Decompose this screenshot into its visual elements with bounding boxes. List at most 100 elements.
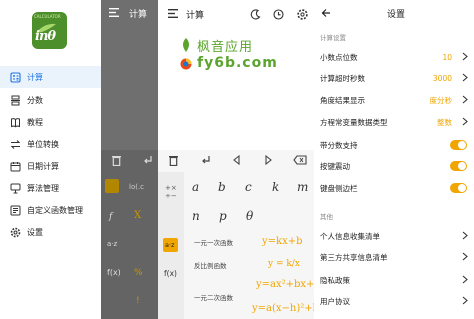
key-letter-m[interactable]: m [297,180,308,194]
sidebar-item-1[interactable]: 计算 [0,66,101,88]
watermark-url: fy6b.com [197,55,278,71]
dimmed-key-fact: ! [136,296,140,306]
sidebar-item-label: 日期计算 [27,161,59,171]
section-other-header: 其他 [320,213,333,221]
sidebar-item-8[interactable]: 设置 [0,221,101,243]
settings-icon[interactable] [297,9,308,20]
sidebar-item-label: 计算 [27,72,43,82]
dimmed-log-key: lo(.c [129,183,145,191]
trash-icon[interactable] [168,154,179,166]
dimmed-key-x: X [134,210,142,221]
calculator-title: 计算 [186,11,205,21]
template-label: 反比例函数 [194,262,227,270]
toggle-switch[interactable] [450,161,467,171]
calculator-keyboard: +× ÷− [158,150,314,319]
template-label: 一元二次函数 [194,294,233,302]
key-letter-k[interactable]: k [272,180,279,194]
settings-other-row-1[interactable]: 个人信息收集清单 [314,226,474,246]
settings-other-row-4[interactable]: 用户协议 [314,291,474,311]
sidebar-item-3[interactable]: 教程 [0,111,101,133]
moon-icon[interactable] [250,9,261,20]
template-formula[interactable]: y=kx+b [262,236,303,247]
settings-row-value: 度分秒 [429,95,453,105]
settings-row-2[interactable]: 计算超时秒数 3000 [314,68,474,88]
cursor-right-icon[interactable] [264,155,272,165]
key-letter-a[interactable]: a [192,180,199,194]
navigation-drawer: CALCULATOR inθ 计算分数 教程单位转换日期计算算法管理自定义函数管理… [0,0,102,319]
settings-row-label: 个人信息收集清单 [320,231,380,241]
app-logo: CALCULATOR inθ [32,12,67,49]
template-formula[interactable]: y = k/x [268,259,300,269]
history-icon[interactable] [273,9,284,20]
key-letter-p[interactable]: p [219,209,227,223]
algorithm-icon [10,183,21,194]
settings-row-1[interactable]: 小数点位数 10 [314,47,474,67]
menu-icon [109,8,119,17]
settings-row-7[interactable]: 键盘侧边栏 [314,178,474,198]
settings-row-label: 小数点位数 [320,52,358,62]
dimmed-key-f: f [109,212,113,222]
side-key-az-label: a·z [165,241,175,249]
cursor-left-icon[interactable] [233,155,241,165]
chevron-right-icon [462,52,468,61]
settings-row-label: 按键震动 [320,161,350,171]
dimmed-operator-key [105,179,119,193]
watermark-leaf-icon [183,38,189,52]
settings-row-label: 带分数支持 [320,140,358,150]
sidebar-item-label: 单位转换 [27,139,59,149]
fraction-icon [10,95,21,106]
enter-icon [144,156,152,164]
dimmed-title: 计算 [129,10,148,20]
key-letter-b[interactable]: b [218,180,226,194]
settings-other-row-2[interactable]: 第三方共享信息清单 [314,247,474,267]
side-key-symbols[interactable]: +× ÷− [165,184,177,200]
enter-icon[interactable] [201,155,211,165]
sidebar-item-7[interactable]: 自定义函数管理 [0,199,101,221]
sidebar-item-label: 设置 [27,227,43,237]
dimmed-calculator-overlay[interactable]: 计算 lo(.c f X a·z f(x) % ! [101,0,158,319]
side-key-fx[interactable]: f(x) [164,269,177,278]
sidebar-item-label: 自定义函数管理 [27,205,83,215]
settings-other-row-3[interactable]: 隐私政策 [314,270,474,290]
logo-tag: CALCULATOR [34,14,61,19]
dimmed-keyboard [101,150,158,319]
settings-row-value: 10 [442,52,452,62]
backspace-icon[interactable] [293,155,307,165]
template-formula[interactable]: y=ax²+bx+c [256,279,320,290]
template-label: 一元一次函数 [194,239,233,247]
toggle-switch[interactable] [450,183,467,193]
settings-row-5[interactable]: 带分数支持 [314,135,474,155]
key-letter-theta[interactable]: θ [246,209,253,223]
back-arrow-icon[interactable] [321,8,331,18]
chevron-right-icon [462,73,468,82]
settings-row-value: 3000 [432,73,452,83]
chevron-right-icon [462,117,468,126]
toggle-switch[interactable] [450,140,467,150]
settings-title: 设置 [387,10,406,20]
settings-row-6[interactable]: 按键震动 [314,156,474,176]
settings-row-label: 用户协议 [320,296,350,306]
settings-row-label: 第三方共享信息清单 [320,252,388,262]
settings-row-3[interactable]: 角度结果显示 度分秒 [314,90,474,110]
watermark: 枫音应用 fy6b.com [180,36,330,76]
template-formula[interactable]: y=a(x−h)²+k [252,303,319,314]
settings-row-label: 方程常变量数据类型 [320,117,388,127]
chevron-right-icon [462,275,468,284]
sidebar-item-label: 算法管理 [27,183,59,193]
sidebar-item-5[interactable]: 日期计算 [0,155,101,177]
settings-row-4[interactable]: 方程常变量数据类型 整数 [314,112,474,132]
settings-row-label: 隐私政策 [320,275,350,285]
sidebar-item-4[interactable]: 单位转换 [0,133,101,155]
chevron-right-icon [462,296,468,305]
dimmed-key-percent: % [134,268,143,278]
key-letter-n[interactable]: n [192,209,200,223]
key-letter-c[interactable]: c [245,180,252,194]
menu-icon[interactable] [168,9,178,18]
book-icon [10,117,21,128]
calculator-header: 计算 [158,0,314,28]
sidebar-item-2[interactable]: 分数 [0,89,101,111]
settings-row-label: 键盘侧边栏 [320,183,358,193]
unit-convert-icon [10,139,21,150]
sidebar-item-6[interactable]: 算法管理 [0,177,101,199]
gear-icon [10,227,21,238]
